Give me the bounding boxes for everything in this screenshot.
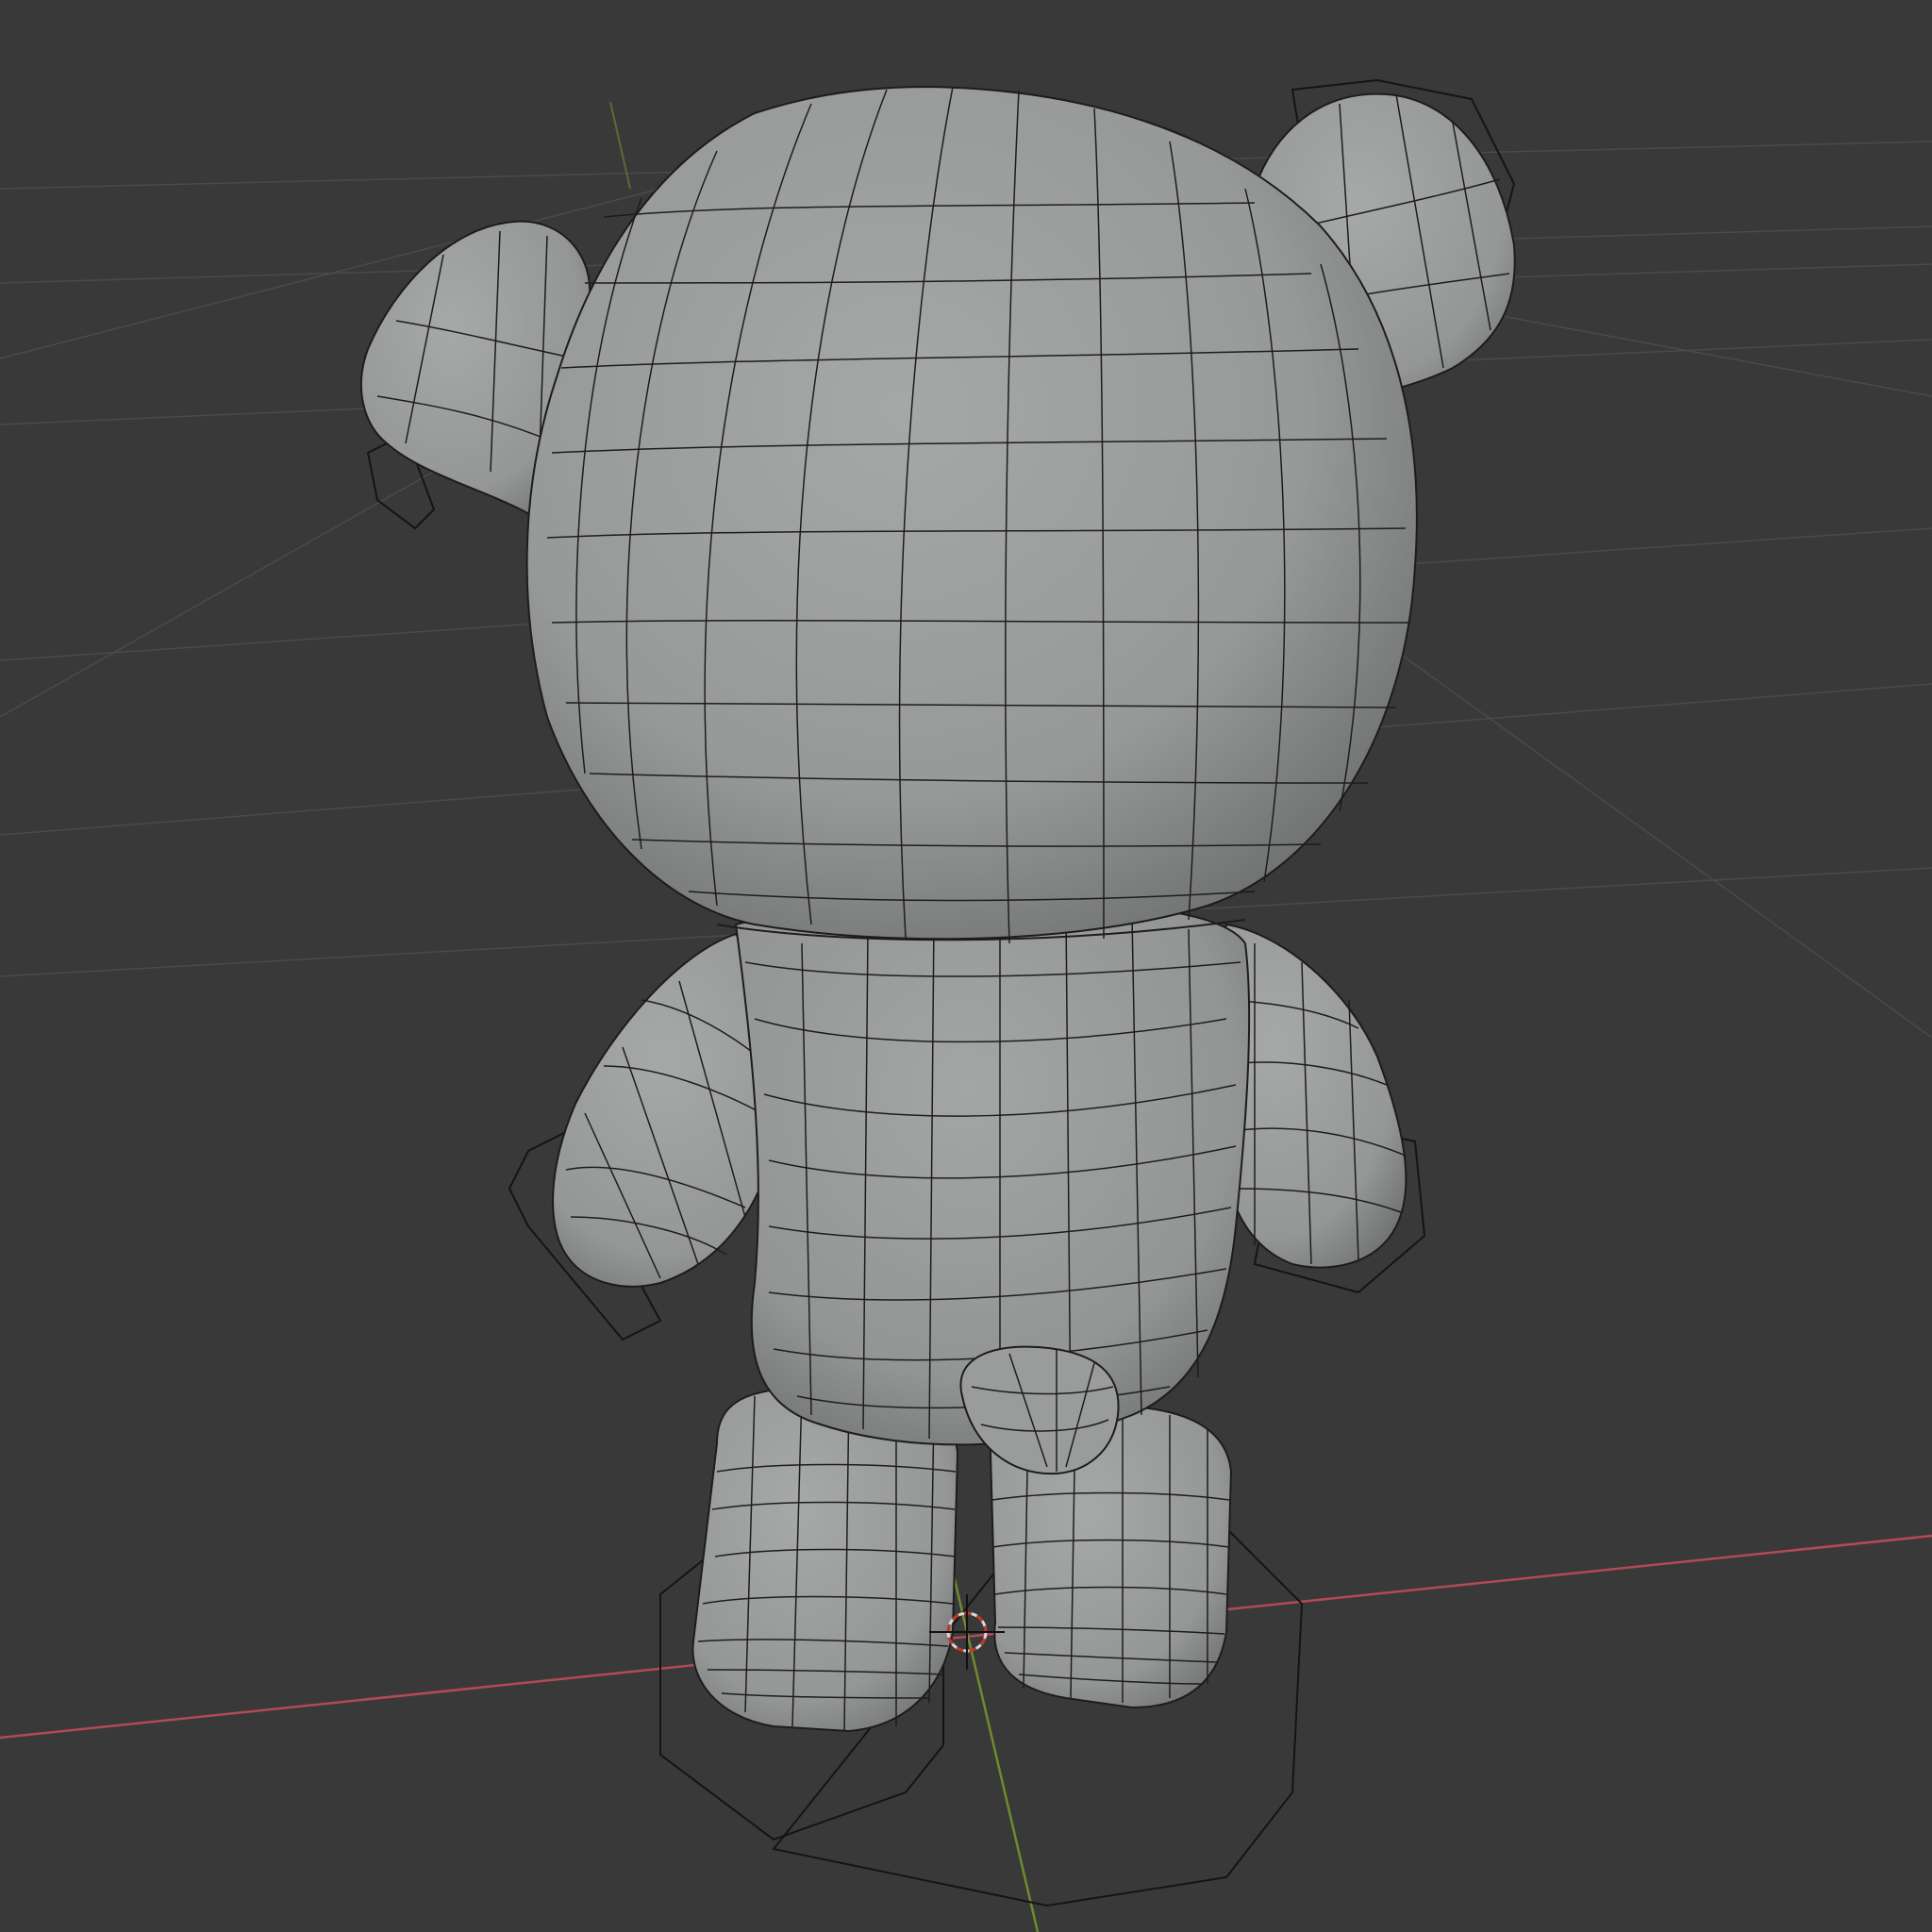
3d-viewport[interactable]	[0, 0, 1932, 1932]
tail[interactable]	[959, 1345, 1120, 1475]
head[interactable]	[525, 85, 1418, 944]
y-axis-line-far	[609, 101, 631, 190]
viewport-canvas[interactable]	[0, 0, 1932, 1932]
